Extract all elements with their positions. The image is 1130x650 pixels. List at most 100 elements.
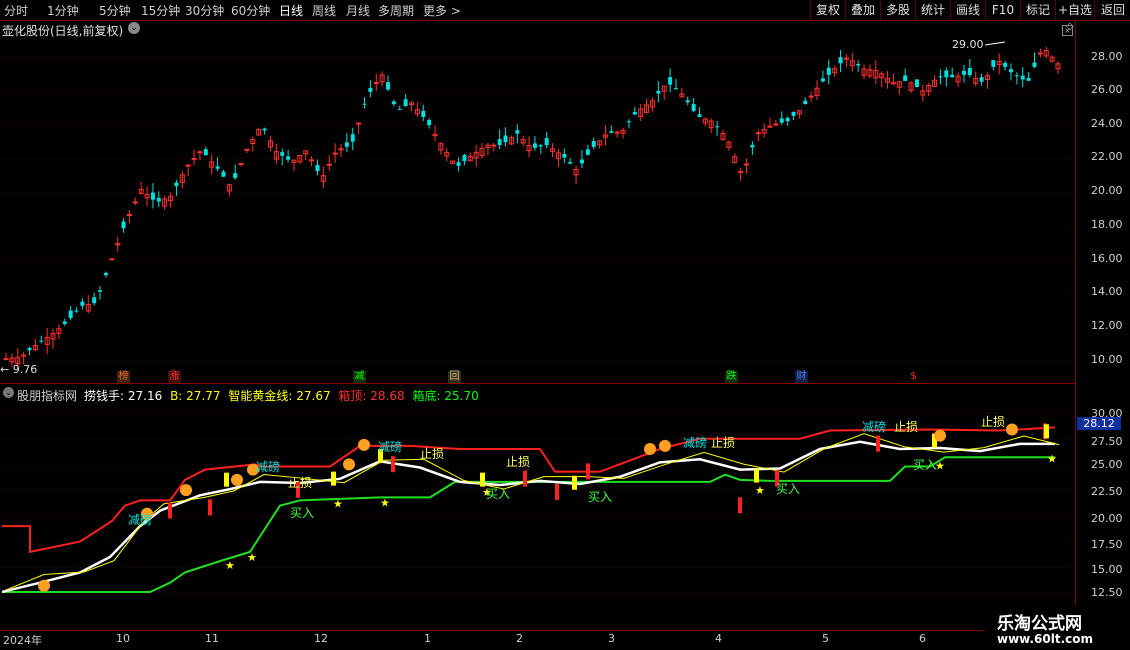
event-badge-return[interactable]: 回 [448, 371, 461, 383]
event-badge-rank[interactable]: 榜 [117, 371, 130, 383]
tab-timeshare[interactable]: 分时 [4, 2, 28, 19]
tab-monthly[interactable]: 月线 [346, 2, 370, 19]
signal-buy: 买入 [588, 490, 613, 504]
date-tick: 11 [205, 632, 219, 645]
star-icon: ★ [333, 498, 343, 511]
candle-body [397, 109, 402, 111]
multi-stock-button[interactable]: 多股 [880, 0, 915, 20]
candle-body [938, 76, 943, 78]
candle-body [903, 75, 908, 82]
candle-body [27, 347, 32, 351]
candle-body [820, 78, 825, 82]
price-tick: 28.00 [1091, 50, 1123, 63]
draw-line-button[interactable]: 画线 [950, 0, 985, 20]
chevron-down-icon[interactable]: ⌄ [3, 387, 14, 398]
f10-button[interactable]: F10 [985, 0, 1020, 20]
candle-body [991, 60, 996, 68]
candle-body [961, 70, 966, 75]
candle-body [767, 125, 773, 128]
more-menu-button[interactable]: 更多 > [423, 2, 461, 19]
event-badge-finance[interactable]: 财 [795, 371, 808, 383]
price-tick: 22.00 [1091, 150, 1123, 163]
signal-bar [555, 483, 559, 500]
candle-body [497, 139, 502, 146]
add-watchlist-button[interactable]: +自选 [1055, 0, 1094, 20]
tab-30min[interactable]: 30分钟 [185, 2, 224, 19]
date-tick: 1 [424, 632, 431, 645]
tab-15min[interactable]: 15分钟 [141, 2, 180, 19]
candle-body [1014, 75, 1019, 77]
candle-body [391, 101, 396, 105]
overlay-button[interactable]: 叠加 [845, 0, 880, 20]
candle-body [1032, 62, 1037, 67]
signal-stop: 止损 [981, 415, 1006, 429]
star-icon: ★ [1047, 452, 1057, 465]
high-arrow [984, 41, 1006, 46]
candle-body [62, 321, 67, 325]
candle-body [744, 163, 750, 166]
watermark-url: www.60lt.com [997, 632, 1094, 646]
price-tick: 18.00 [1091, 218, 1123, 231]
candle-body [3, 358, 9, 361]
star-icon: ★ [755, 484, 765, 497]
statistics-button[interactable]: 统计 [915, 0, 950, 20]
event-badge-text: 榜 [118, 371, 129, 382]
smile-icon [343, 458, 355, 471]
date-tick: 4 [715, 632, 722, 645]
candle-body [691, 104, 696, 111]
candle-body [238, 163, 244, 166]
star-icon: ★ [380, 496, 390, 509]
signal-bar [208, 499, 212, 516]
signal-bar [1044, 424, 1049, 439]
candle-body [803, 100, 808, 105]
signal-reduce: 减磅 [683, 436, 708, 450]
event-badge-dividend[interactable]: $ [907, 371, 920, 383]
candle-body [185, 164, 191, 167]
candle-body [356, 122, 362, 125]
signal-bar [523, 470, 527, 487]
date-tick: 2 [516, 632, 523, 645]
back-button[interactable]: 返回 [1094, 0, 1130, 20]
tab-1min[interactable]: 1分钟 [47, 2, 79, 19]
candle-body [286, 156, 291, 160]
candle-body [386, 82, 391, 90]
restore-rights-button[interactable]: 复权 [810, 0, 845, 20]
signal-stop: 止损 [420, 447, 445, 461]
indicator-name[interactable]: 股朋指标网 [17, 387, 77, 404]
candle-body [632, 111, 637, 115]
tab-weekly[interactable]: 周线 [312, 2, 336, 19]
candle-body [244, 148, 250, 151]
golden-line [5, 433, 1060, 591]
star-icon: ★ [225, 559, 235, 572]
signal-buy: 买入 [290, 506, 315, 520]
event-badge-text: 财 [796, 371, 807, 382]
panel-divider [0, 383, 1075, 384]
candle-body [544, 138, 549, 146]
candle-body [233, 173, 238, 179]
candle-body [262, 128, 267, 131]
event-badge-down[interactable]: 跌 [725, 371, 738, 383]
tab-60min[interactable]: 60分钟 [231, 2, 270, 19]
candle-body [656, 90, 661, 94]
signal-bar [754, 468, 759, 483]
candle-body [121, 221, 126, 229]
event-badge-reduce[interactable]: 减 [353, 371, 366, 383]
candle-body [967, 67, 972, 76]
candle-body [697, 114, 702, 118]
candle-body [1037, 52, 1043, 55]
candle-body [750, 144, 755, 148]
candle-body [280, 152, 285, 156]
indicator-tick: 25.00 [1091, 458, 1123, 471]
tab-daily[interactable]: 日线 [279, 2, 303, 19]
mark-button[interactable]: 标记 [1020, 0, 1055, 20]
watermark: 乐淘公式网 www.60lt.com [985, 605, 1130, 650]
candle-body [856, 63, 861, 66]
price-tick: 12.00 [1091, 319, 1123, 332]
tab-5min[interactable]: 5分钟 [99, 2, 131, 19]
tab-multi-period[interactable]: 多周期 [378, 2, 414, 19]
low-price-label: ← 9.76 [0, 363, 38, 376]
date-tick: 5 [822, 632, 829, 645]
event-badge-up[interactable]: 涨 [168, 371, 181, 383]
candle-body [221, 171, 226, 177]
price-axis: 28.00 26.00 24.00 22.00 20.00 18.00 16.0… [1075, 20, 1130, 630]
